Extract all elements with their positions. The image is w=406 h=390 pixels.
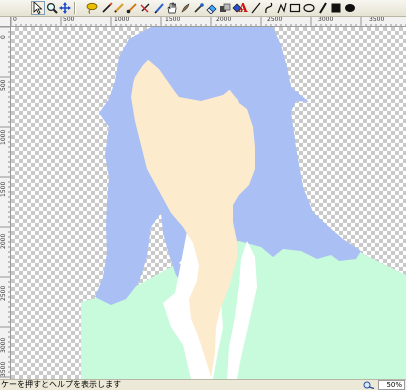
ruler-label: 0 [0,35,7,39]
polyline-icon[interactable] [275,1,289,15]
status-bar: ケーを押すとヘルプを表示します 50% [0,379,406,390]
drawing-canvas[interactable] [11,27,406,379]
vertical-ruler: 0 500 1000 1500 2000 2500 3000 3500 [0,27,11,379]
eraser-icon[interactable] [205,1,219,15]
ruler-label: 1000 [114,17,130,23]
ruler-label: 3000 [318,17,334,23]
ruler-label: 500 [0,79,7,91]
brush-icon[interactable] [125,1,139,15]
ruler-label: 3500 [0,361,7,377]
ruler-label: 3500 [369,17,385,23]
ruler-label: 2000 [216,17,232,23]
horizontal-ruler: 0 500 1000 1500 2000 2500 3000 3500 [11,17,406,27]
tool-palette: A [0,0,406,17]
move-arrows-icon[interactable] [58,1,72,15]
zoom-level-field[interactable]: 50% [378,380,405,390]
rectangle-icon[interactable] [288,1,302,15]
ruler-label: 2500 [0,285,7,301]
hand-icon[interactable] [165,1,179,15]
eyedropper-icon[interactable] [192,1,206,15]
magnifier-icon[interactable] [45,1,59,15]
toolbar-separator [74,2,75,14]
filled-rectangle-icon[interactable] [329,1,343,15]
blur-icon[interactable] [179,1,193,15]
ruler-label: 3000 [0,337,7,353]
ruler-label: 1000 [0,129,7,145]
ruler-label: 0 [13,17,17,23]
curve-icon[interactable] [262,1,276,15]
ruler-label: 2000 [0,233,7,249]
filled-ellipse-icon[interactable] [343,1,357,15]
airbrush-icon[interactable] [138,1,152,15]
marker-icon[interactable] [152,1,166,15]
zoom-magnifier-icon[interactable] [362,381,376,389]
ruler-label: 500 [63,17,75,23]
slash-icon[interactable] [316,1,330,15]
arrow-select-icon[interactable] [31,1,45,15]
ruler-corner [0,17,11,27]
paint-app-window: A 0 500 1000 1500 2000 2500 3000 3500 0 … [0,0,406,390]
ruler-label: 2500 [267,17,283,23]
status-hint-text: ケーを押すとヘルプを表示します [1,380,121,389]
ruler-label: 1500 [165,17,181,23]
lasso-icon[interactable] [85,1,99,15]
text-a-icon[interactable]: A [236,1,250,15]
ruler-label: 1500 [0,181,7,197]
pencil-icon[interactable] [112,1,126,15]
line-icon[interactable] [249,1,263,15]
illustration [81,27,406,379]
ellipse-icon[interactable] [302,1,316,15]
